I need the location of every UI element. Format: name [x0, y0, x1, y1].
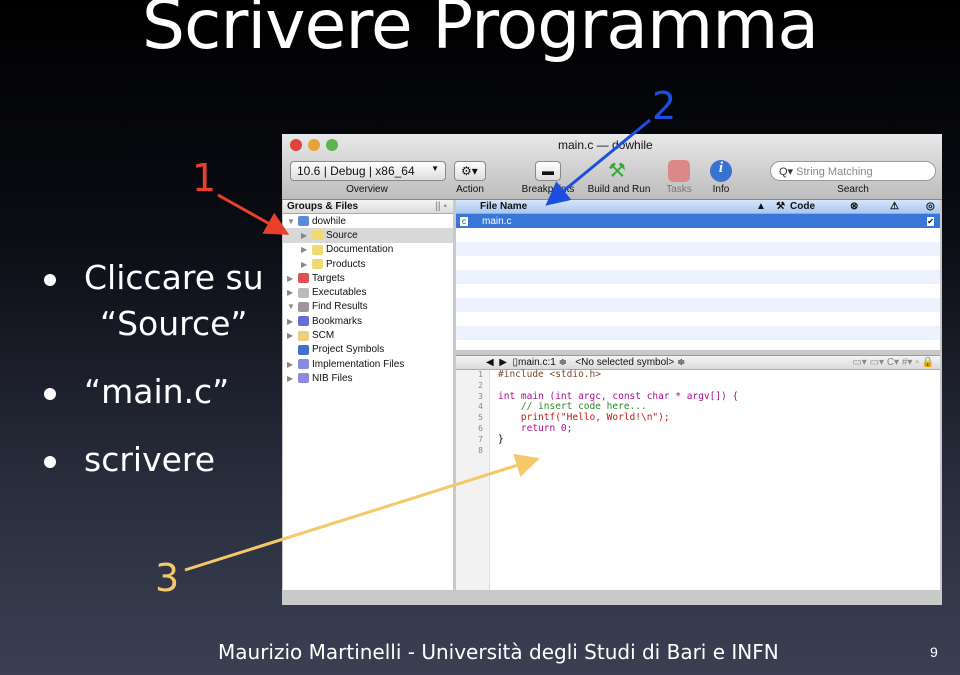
annotation-arrows	[184, 118, 651, 572]
page-number: 9	[930, 644, 938, 660]
arrow-2	[545, 118, 651, 206]
footer: Maurizio Martinelli - Università degli S…	[218, 640, 779, 664]
arrow-3	[184, 453, 540, 572]
arrow-1	[217, 193, 290, 235]
